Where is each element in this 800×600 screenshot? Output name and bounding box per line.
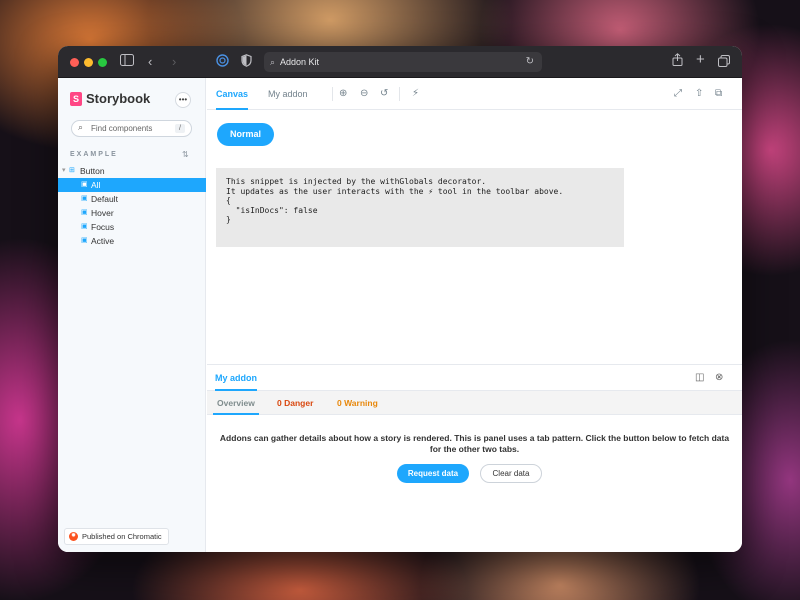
close-window-button[interactable] (70, 58, 79, 67)
minimize-window-button[interactable] (84, 58, 93, 67)
forward-icon[interactable]: › (172, 53, 176, 71)
tree-story-focus[interactable]: ▣ Focus (58, 220, 206, 234)
story-label: Default (91, 194, 118, 204)
storybook-logo-icon: S (70, 92, 82, 106)
snippet-line: "isInDocs": false (226, 205, 318, 215)
zoom-out-icon[interactable]: ⊖ (360, 87, 368, 101)
addon-description: Addons can gather details about how a st… (219, 433, 730, 454)
clear-data-button[interactable]: Clear data (480, 464, 542, 483)
tree-story-default[interactable]: ▣ Default (58, 192, 206, 206)
globals-snippet: This snippet is injected by the withGlob… (216, 168, 624, 247)
new-tab-icon[interactable]: + (696, 51, 705, 69)
tab-my-addon[interactable]: My addon (268, 78, 308, 110)
story-bookmark-icon: ▣ (81, 237, 88, 244)
component-label: Button (80, 166, 105, 176)
toolbar-separator (332, 87, 333, 101)
snippet-line: } (226, 215, 231, 224)
panel-tab-my-addon[interactable]: My addon (215, 365, 257, 391)
share-icon[interactable] (672, 53, 683, 71)
reset-zoom-icon[interactable]: ↺ (380, 87, 388, 101)
tree-story-active[interactable]: ▣ Active (58, 234, 206, 248)
snippet-line: It updates as the user interacts with th… (226, 186, 564, 196)
address-bar[interactable]: ⌕ Addon Kit ↻ (264, 52, 542, 72)
tree-component-button[interactable]: ▾ ⊞ Button (58, 164, 206, 178)
normal-button[interactable]: Normal (217, 123, 274, 146)
sidebar-toggle-icon[interactable] (120, 53, 134, 71)
collapse-all-icon[interactable]: ⇅ (182, 150, 189, 159)
browser-window: ‹ › ⌕ Addon Kit ↻ + S Storybook ••• ⌕ Fi… (58, 46, 742, 552)
tab-canvas[interactable]: Canvas (216, 78, 249, 110)
reload-icon[interactable]: ↻ (526, 52, 534, 72)
request-data-button[interactable]: Request data (397, 464, 469, 483)
addon-subtabs: Overview 0 Danger 0 Warning (207, 391, 742, 415)
story-canvas: Normal This snippet is injected by the w… (207, 111, 742, 364)
subtab-overview[interactable]: Overview (213, 391, 259, 415)
tab-overview-icon[interactable] (718, 54, 730, 72)
story-label: Active (91, 236, 115, 246)
search-icon: ⌕ (78, 122, 84, 132)
story-bookmark-icon: ▣ (81, 181, 88, 188)
back-icon[interactable]: ‹ (148, 53, 152, 71)
story-label: Hover (91, 208, 114, 218)
snippet-line: This snippet is injected by the withGlob… (226, 177, 487, 186)
address-text: Addon Kit (280, 57, 320, 67)
story-label: Focus (91, 222, 115, 232)
maximize-window-button[interactable] (98, 58, 107, 67)
snippet-line: { (226, 196, 231, 205)
search-input[interactable]: ⌕ Find components / (71, 120, 192, 137)
privacy-report-icon[interactable] (216, 54, 229, 72)
lightning-tool-icon[interactable]: ⚡︎ (412, 87, 419, 101)
search-icon: ⌕ (270, 57, 276, 67)
brand-name: Storybook (86, 91, 151, 106)
story-label: All (91, 180, 101, 190)
story-bookmark-icon: ▣ (81, 195, 88, 202)
addon-panel: My addon ◫ ⊗ Overview 0 Danger 0 Warning… (207, 364, 742, 552)
search-placeholder: Find components (91, 124, 153, 133)
panel-header: My addon ◫ ⊗ (207, 365, 742, 391)
shield-icon[interactable] (241, 54, 252, 72)
expand-caret-icon: ▾ (62, 167, 66, 174)
toolbar-separator (399, 87, 400, 101)
subtab-danger[interactable]: 0 Danger (277, 391, 313, 415)
chromatic-logo-icon: ✹ (69, 532, 78, 541)
zoom-in-icon[interactable]: ⊕ (339, 87, 347, 101)
component-icon: ⊞ (69, 167, 75, 174)
story-bookmark-icon: ▣ (81, 209, 88, 216)
tree-story-hover[interactable]: ▣ Hover (58, 206, 206, 220)
section-title[interactable]: EXAMPLE (70, 151, 118, 158)
close-panel-icon[interactable]: ⊗ (715, 371, 723, 385)
share-icon[interactable]: ⇧ (695, 87, 703, 101)
main-menu-button[interactable]: ••• (175, 92, 191, 108)
panel-orientation-icon[interactable]: ◫ (695, 371, 704, 385)
tree-story-all[interactable]: ▣ All (58, 178, 206, 192)
preview-toolbar: Canvas My addon ⊕ ⊖ ↺ ⚡︎ ⤢ ⇧ ⧉ (207, 78, 742, 110)
chromatic-badge-label: Published on Chromatic (82, 532, 162, 541)
story-bookmark-icon: ▣ (81, 223, 88, 230)
storybook-sidebar: S Storybook ••• ⌕ Find components / EXAM… (58, 78, 206, 552)
published-on-chromatic-link[interactable]: ✹ Published on Chromatic (64, 528, 169, 545)
fullscreen-icon[interactable]: ⤢ (674, 87, 682, 101)
search-shortcut-hint: / (175, 124, 185, 133)
subtab-warning[interactable]: 0 Warning (337, 391, 378, 415)
copy-link-icon[interactable]: ⧉ (715, 87, 722, 101)
browser-titlebar: ‹ › ⌕ Addon Kit ↻ + (58, 46, 742, 78)
